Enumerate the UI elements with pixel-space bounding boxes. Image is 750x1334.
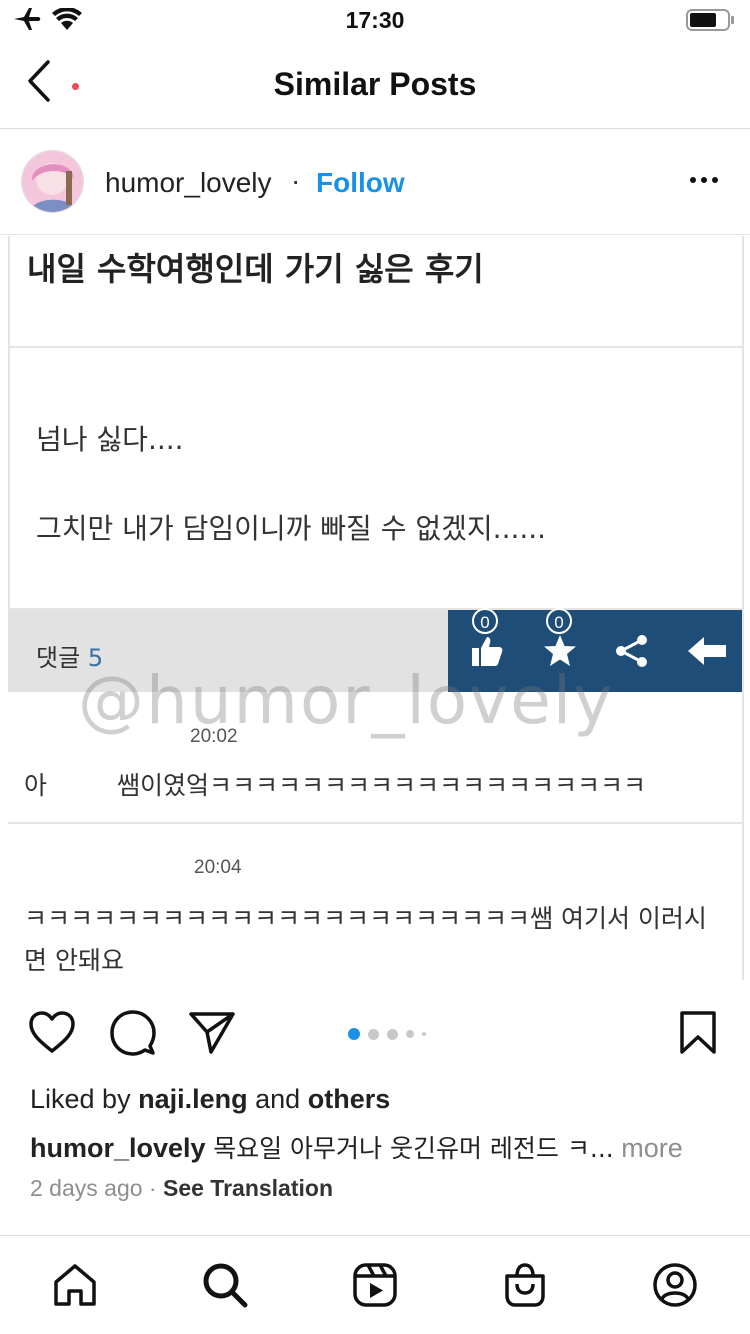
search-icon[interactable] — [202, 1262, 248, 1308]
carousel-dot — [348, 1028, 360, 1040]
comment-icon[interactable] — [110, 1010, 156, 1056]
comment-2-text: ㅋㅋㅋㅋㅋㅋㅋㅋㅋㅋㅋㅋㅋㅋㅋㅋㅋㅋㅋㅋㅋㅋ쌤 여기서 이러시면 안돼요 — [24, 904, 707, 975]
comment-1: 아 쌤이였엌ㅋㅋㅋㅋㅋㅋㅋㅋㅋㅋㅋㅋㅋㅋㅋㅋㅋㅋㅋ — [24, 766, 646, 802]
separator-dot: · — [291, 165, 301, 196]
star-count-badge: 0 — [546, 608, 572, 634]
post-image[interactable]: 내일 수학여행인데 가기 싫은 후기 넘나 싫다.... 그치만 내가 담임이니… — [0, 236, 750, 980]
post-meta: 2 days ago · See Translation — [30, 1175, 333, 1202]
arrow-left-icon — [688, 637, 726, 665]
avatar[interactable] — [21, 150, 84, 213]
bottom-tab-bar — [0, 1235, 750, 1334]
more-options-icon[interactable] — [690, 177, 718, 183]
like-count-badge: 0 — [472, 608, 498, 634]
liked-by-prefix: Liked by — [30, 1084, 131, 1114]
battery-icon — [686, 9, 734, 31]
post-username[interactable]: humor_lovely — [105, 167, 272, 199]
shop-icon[interactable] — [502, 1262, 548, 1308]
image-title-text: 내일 수학여행인데 가기 싫은 후기 — [27, 250, 484, 288]
heart-icon[interactable] — [28, 1010, 76, 1054]
caption-more-link[interactable]: more — [621, 1133, 683, 1163]
caption-username[interactable]: humor_lovely — [30, 1133, 206, 1163]
image-body-line-1: 넘나 싫다.... — [36, 423, 184, 456]
share-nodes-icon — [616, 635, 647, 667]
nav-header: Similar Posts — [0, 40, 750, 129]
status-bar: 17:30 — [0, 0, 750, 40]
bookmark-icon[interactable] — [678, 1010, 718, 1056]
comment-label-text: 댓글 — [36, 644, 81, 672]
liked-by-user[interactable]: naji.leng — [138, 1084, 248, 1114]
share-icon[interactable] — [188, 1010, 236, 1056]
carousel-dot — [406, 1030, 414, 1038]
caption-text: 목요일 아무거나 웃긴유머 레전드 ㅋ... — [213, 1134, 614, 1163]
page-title: Similar Posts — [273, 66, 477, 102]
profile-icon[interactable] — [652, 1262, 698, 1308]
liked-by: Liked by naji.leng and others — [30, 1084, 390, 1115]
status-time: 17:30 — [345, 7, 405, 33]
comment-1-text: 쌤이였엌ㅋㅋㅋㅋㅋㅋㅋㅋㅋㅋㅋㅋㅋㅋㅋㅋㅋㅋㅋ — [117, 771, 647, 800]
follow-button[interactable]: Follow — [316, 167, 405, 199]
image-right-border — [742, 236, 744, 980]
image-body-line-2: 그치만 내가 담임이니까 빠질 수 없겠지...... — [36, 512, 547, 545]
see-translation-link[interactable]: See Translation — [163, 1175, 333, 1201]
comment-1-time: 20:02 — [190, 726, 238, 747]
home-notification-dot — [72, 83, 79, 90]
reels-icon[interactable] — [352, 1262, 398, 1308]
liked-by-others[interactable]: others — [308, 1084, 391, 1114]
meta-separator: · — [148, 1175, 157, 1201]
carousel-dot — [422, 1032, 426, 1036]
avatar-image — [22, 151, 83, 212]
comment-divider — [8, 822, 744, 824]
post-header: humor_lovely · Follow — [0, 129, 750, 235]
home-icon[interactable] — [52, 1262, 98, 1308]
image-body-panel — [8, 348, 744, 610]
comment-1-author: 아 — [24, 771, 48, 800]
watermark-text: @humor_lovely — [78, 662, 615, 739]
post-time: 2 days ago — [30, 1175, 143, 1201]
caption: humor_lovely 목요일 아무거나 웃긴유머 레전드 ㅋ... more — [30, 1129, 683, 1165]
liked-by-and: and — [255, 1084, 301, 1114]
carousel-dot — [368, 1028, 379, 1040]
carousel-dot — [387, 1028, 398, 1040]
comment-2-time: 20:04 — [194, 857, 242, 878]
carousel-indicator — [348, 1028, 426, 1040]
